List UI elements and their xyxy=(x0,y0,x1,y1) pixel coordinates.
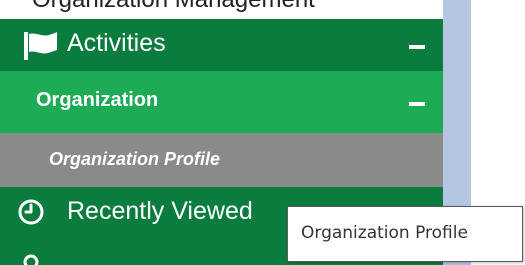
sidebar-item-label: Organization xyxy=(36,89,159,111)
partial-icon xyxy=(23,254,39,265)
sidebar-item-organization-profile[interactable]: Organization Profile xyxy=(0,133,443,187)
tooltip-text: Organization Profile xyxy=(301,223,468,243)
sidebar-item-activities[interactable]: Activities xyxy=(0,19,443,71)
clock-icon xyxy=(18,199,44,225)
top-cut-strip: Organization Management xyxy=(0,0,443,19)
sidebar-item-organization[interactable]: Organization xyxy=(0,71,443,133)
tooltip: Organization Profile xyxy=(287,206,523,262)
page-heading-cut-off: Organization Management xyxy=(32,0,315,14)
sidebar-item-label: Activities xyxy=(67,29,166,57)
sidebar-item-label: Recently Viewed xyxy=(67,197,253,225)
collapse-icon[interactable] xyxy=(409,45,425,49)
sidebar-item-label: Organization Profile xyxy=(49,149,221,169)
collapse-icon[interactable] xyxy=(409,102,425,106)
flag-icon xyxy=(24,32,57,60)
